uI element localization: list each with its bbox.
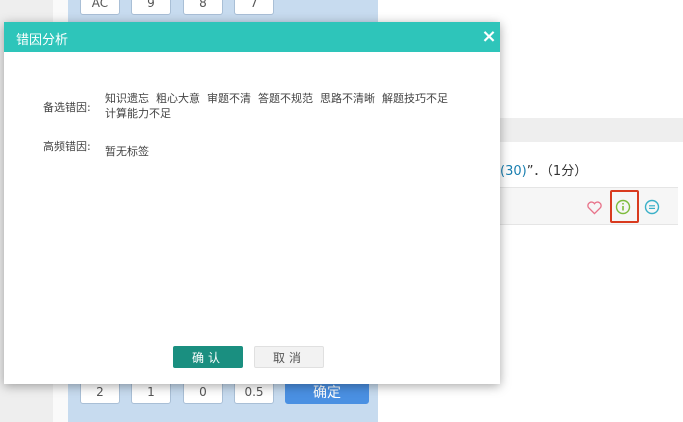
confirm-button[interactable]: 确认 [173, 346, 243, 368]
close-icon[interactable]: × [480, 28, 498, 46]
tag-unclear-thinking[interactable]: 思路不清晰 [320, 91, 375, 106]
comment-icon[interactable] [643, 198, 661, 216]
key-ac[interactable]: AC [80, 0, 120, 15]
frequent-label: 高频错因: [43, 140, 91, 153]
tag-knowledge-forgotten[interactable]: 知识遗忘 [105, 91, 149, 106]
heart-icon[interactable] [585, 199, 603, 217]
tag-nonstandard-answer[interactable]: 答题不规范 [258, 91, 313, 106]
question-blank-link[interactable]: (30) [500, 164, 527, 179]
tag-lacking-technique[interactable]: 解题技巧不足 [382, 91, 448, 106]
info-icon[interactable] [614, 198, 632, 216]
key-7[interactable]: 7 [234, 0, 274, 15]
key-8[interactable]: 8 [183, 0, 223, 15]
tag-misread-question[interactable]: 审题不清 [207, 91, 251, 106]
dialog-title: 错因分析 [16, 33, 69, 48]
tag-weak-calculation[interactable]: 计算能力不足 [105, 106, 171, 121]
question-text-tail: ”．（1分） [526, 164, 588, 179]
error-analysis-dialog: 错因分析 × 备选错因: 知识遗忘 粗心大意 审题不清 答题不规范 思路不清晰 解题技巧不… [4, 22, 500, 384]
candidate-label: 备选错因: [43, 101, 91, 114]
tag-careless[interactable]: 粗心大意 [156, 91, 200, 106]
question-text: (30)”．（1分） [500, 160, 587, 179]
candidate-tag-list: 知识遗忘 粗心大意 审题不清 答题不规范 思路不清晰 解题技巧不足计算能力不足 [105, 91, 465, 121]
frequent-value: 暂无标签 [105, 145, 149, 158]
cancel-button[interactable]: 取消 [254, 346, 324, 368]
key-9[interactable]: 9 [131, 0, 171, 15]
dialog-header: 错因分析 × [4, 22, 500, 52]
